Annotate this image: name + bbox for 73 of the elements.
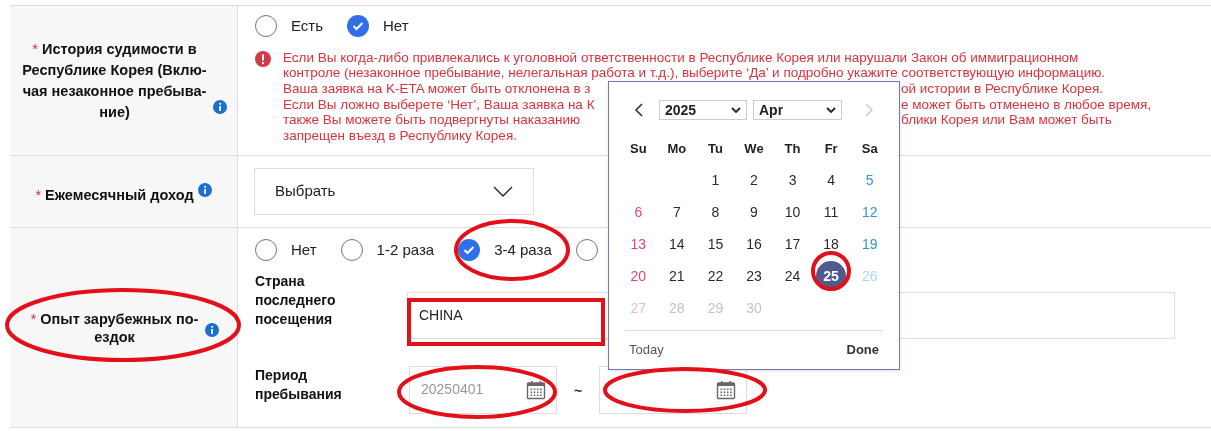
- checkmark-icon: [352, 21, 365, 32]
- weekday-header: Th: [783, 140, 802, 159]
- calendar-day[interactable]: 15: [700, 229, 731, 259]
- field-label: Страна последнего посещения: [255, 271, 337, 329]
- warning-text: Если Вы когда-либо привлекались к уголовной ответственности в Республике Корея или нарушали Закон об иммиграционном: [283, 49, 1079, 66]
- calendar-day[interactable]: 17: [777, 229, 808, 259]
- calendar-day[interactable]: 10: [777, 197, 808, 227]
- warning-text: запрещен въезд в Республику Корея.: [283, 128, 517, 144]
- calendar-day[interactable]: 23: [739, 261, 769, 291]
- warning-text: Если Вы ложно выберете ‘Нет’, Ваша заявка на К: [283, 96, 595, 113]
- alert-icon: [255, 50, 271, 67]
- radio-label: Есть: [291, 16, 324, 36]
- warning-text: е может быть отменено в любое время,: [901, 96, 1152, 113]
- radio-button[interactable]: [575, 239, 598, 262]
- chevron-down-icon: [826, 106, 836, 114]
- weekday-header: We: [743, 140, 765, 159]
- calendar-day[interactable]: 6: [623, 197, 654, 227]
- radio-label: Нет: [383, 16, 409, 36]
- calendar-icon[interactable]: [526, 379, 546, 400]
- calendar-day[interactable]: 13: [623, 229, 654, 259]
- calendar-day[interactable]: 8: [700, 197, 731, 227]
- radio-button[interactable]: [255, 15, 277, 38]
- field-label: * История судимости в Республике Корея (Вклю-чая незаконное пребыва-ние): [21, 39, 208, 122]
- calendar-day[interactable]: 9: [739, 197, 769, 227]
- weekday-header: Sa: [860, 140, 879, 159]
- radio-button[interactable]: [347, 15, 370, 38]
- checkmark-icon: [463, 245, 476, 256]
- year-select[interactable]: 2025: [659, 100, 747, 120]
- weekday-header: Tu: [706, 140, 724, 159]
- today-button[interactable]: Today: [629, 339, 664, 360]
- calendar-day[interactable]: 14: [661, 229, 692, 259]
- income-select[interactable]: Выбрать: [254, 168, 534, 215]
- radio-button[interactable]: [255, 239, 277, 262]
- weekday-header: Fr: [823, 140, 839, 159]
- field-label: * Опыт зарубежных по-ездок: [29, 309, 200, 346]
- calendar-day[interactable]: 22: [700, 261, 731, 291]
- calendar-day[interactable]: 21: [661, 261, 692, 291]
- calendar-icon[interactable]: [716, 379, 737, 400]
- annotation-circle: [811, 251, 851, 291]
- radio-button[interactable]: [458, 239, 481, 262]
- info-icon[interactable]: [204, 322, 219, 337]
- weekday-header: Mo: [666, 140, 688, 159]
- calendar-day[interactable]: 7: [661, 197, 692, 227]
- calendar-day[interactable]: 3: [777, 165, 808, 195]
- warning-text: ой истории в Республике Корея.: [901, 80, 1104, 97]
- calendar-day[interactable]: 24: [777, 261, 808, 291]
- calendar-day[interactable]: 1: [700, 165, 731, 195]
- chevron-down-icon: [731, 106, 741, 114]
- warning-text: блики Корея или Вам может быть: [901, 112, 1112, 128]
- warning-text: контроле (незаконное пребывание, нелегальная работа и т.д.), выберите ‘Да’ и подробно укажите соответствующую информацию.: [283, 65, 1106, 81]
- radio-label: Нет: [291, 240, 317, 260]
- month-select[interactable]: Apr: [753, 100, 842, 120]
- calendar-day[interactable]: 20: [623, 261, 654, 291]
- warning-text: также Вы можете быть подвергнуты наказанию: [283, 112, 581, 128]
- calendar-day[interactable]: 4: [816, 165, 847, 195]
- field-label: * Ежемесячный доход: [35, 185, 194, 205]
- calendar-day[interactable]: 11: [816, 197, 847, 227]
- range-separator: ~: [574, 382, 583, 401]
- warning-text: Ваша заявка на K-ETA может быть отклонена в з: [283, 80, 591, 97]
- chevron-down-icon: [493, 186, 513, 197]
- calendar-day[interactable]: 18: [816, 229, 847, 259]
- radio-button[interactable]: [340, 239, 363, 262]
- chevron-left-icon: [634, 103, 644, 117]
- weekday-header: Su: [628, 140, 648, 159]
- chevron-right-icon: [864, 103, 874, 117]
- radio-label: 1-2 раза: [376, 240, 435, 260]
- calendar-day[interactable]: 16: [739, 229, 769, 259]
- info-icon[interactable]: [213, 99, 227, 114]
- info-icon[interactable]: [197, 182, 212, 197]
- done-button[interactable]: Done: [846, 339, 879, 360]
- field-label: Период пребывания: [255, 365, 343, 404]
- radio-label: 3-4 раза: [494, 240, 552, 260]
- calendar-day[interactable]: 2: [739, 165, 769, 195]
